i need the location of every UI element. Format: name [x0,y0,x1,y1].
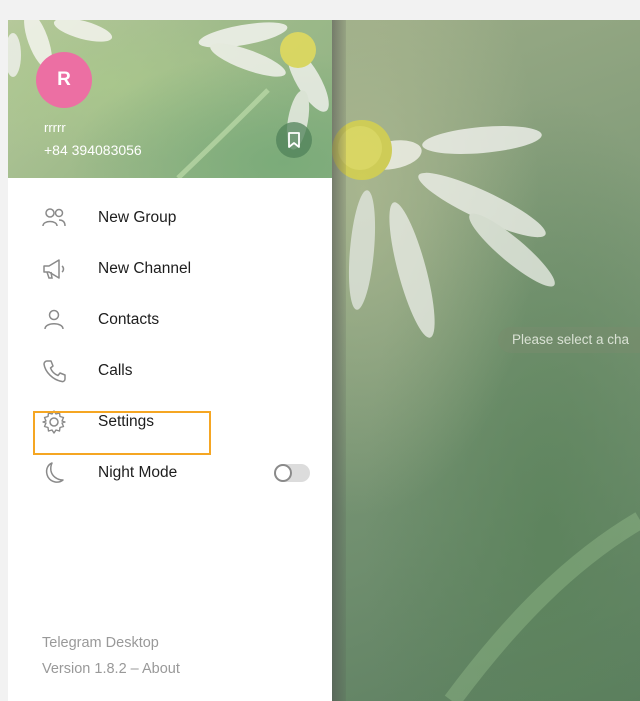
saved-messages-button[interactable] [276,122,312,158]
menu-item-new-group[interactable]: New Group [8,192,332,243]
menu-item-label: Night Mode [98,463,178,481]
select-chat-placeholder: Please select a cha [498,327,640,353]
footer-app-name: Telegram Desktop [42,635,159,651]
moon-icon [40,459,68,487]
chat-background [332,20,640,701]
menu-item-label: New Channel [98,259,192,277]
toggle-knob [274,464,292,482]
menu-item-calls[interactable]: Calls [8,345,332,396]
settings-highlight-box [33,411,211,455]
bookmark-icon [288,132,300,148]
menu-item-new-channel[interactable]: New Channel [8,243,332,294]
menu-item-contacts[interactable]: Contacts [8,294,332,345]
night-mode-toggle[interactable] [274,464,310,482]
avatar[interactable]: R [36,52,92,108]
user-icon [40,306,68,334]
menu-item-label: Calls [98,361,133,379]
daisy-background-image [332,120,640,701]
window-top-bar [0,0,640,20]
menu-item-label: Contacts [98,310,160,328]
footer-version-about-link[interactable]: Version 1.8.2 – About [42,661,180,677]
megaphone-icon [40,255,68,283]
user-phone: +84 394083056 [44,142,142,158]
users-icon [40,204,68,232]
user-name[interactable]: rrrrr [44,120,66,135]
drawer-shadow [332,20,346,701]
drawer-header: R rrrrr +84 394083056 [8,20,332,178]
main-menu-drawer: R rrrrr +84 394083056 New Group New Chan… [8,20,332,701]
menu-item-label: New Group [98,208,177,226]
window-left-edge [0,0,8,701]
phone-icon [40,357,68,385]
